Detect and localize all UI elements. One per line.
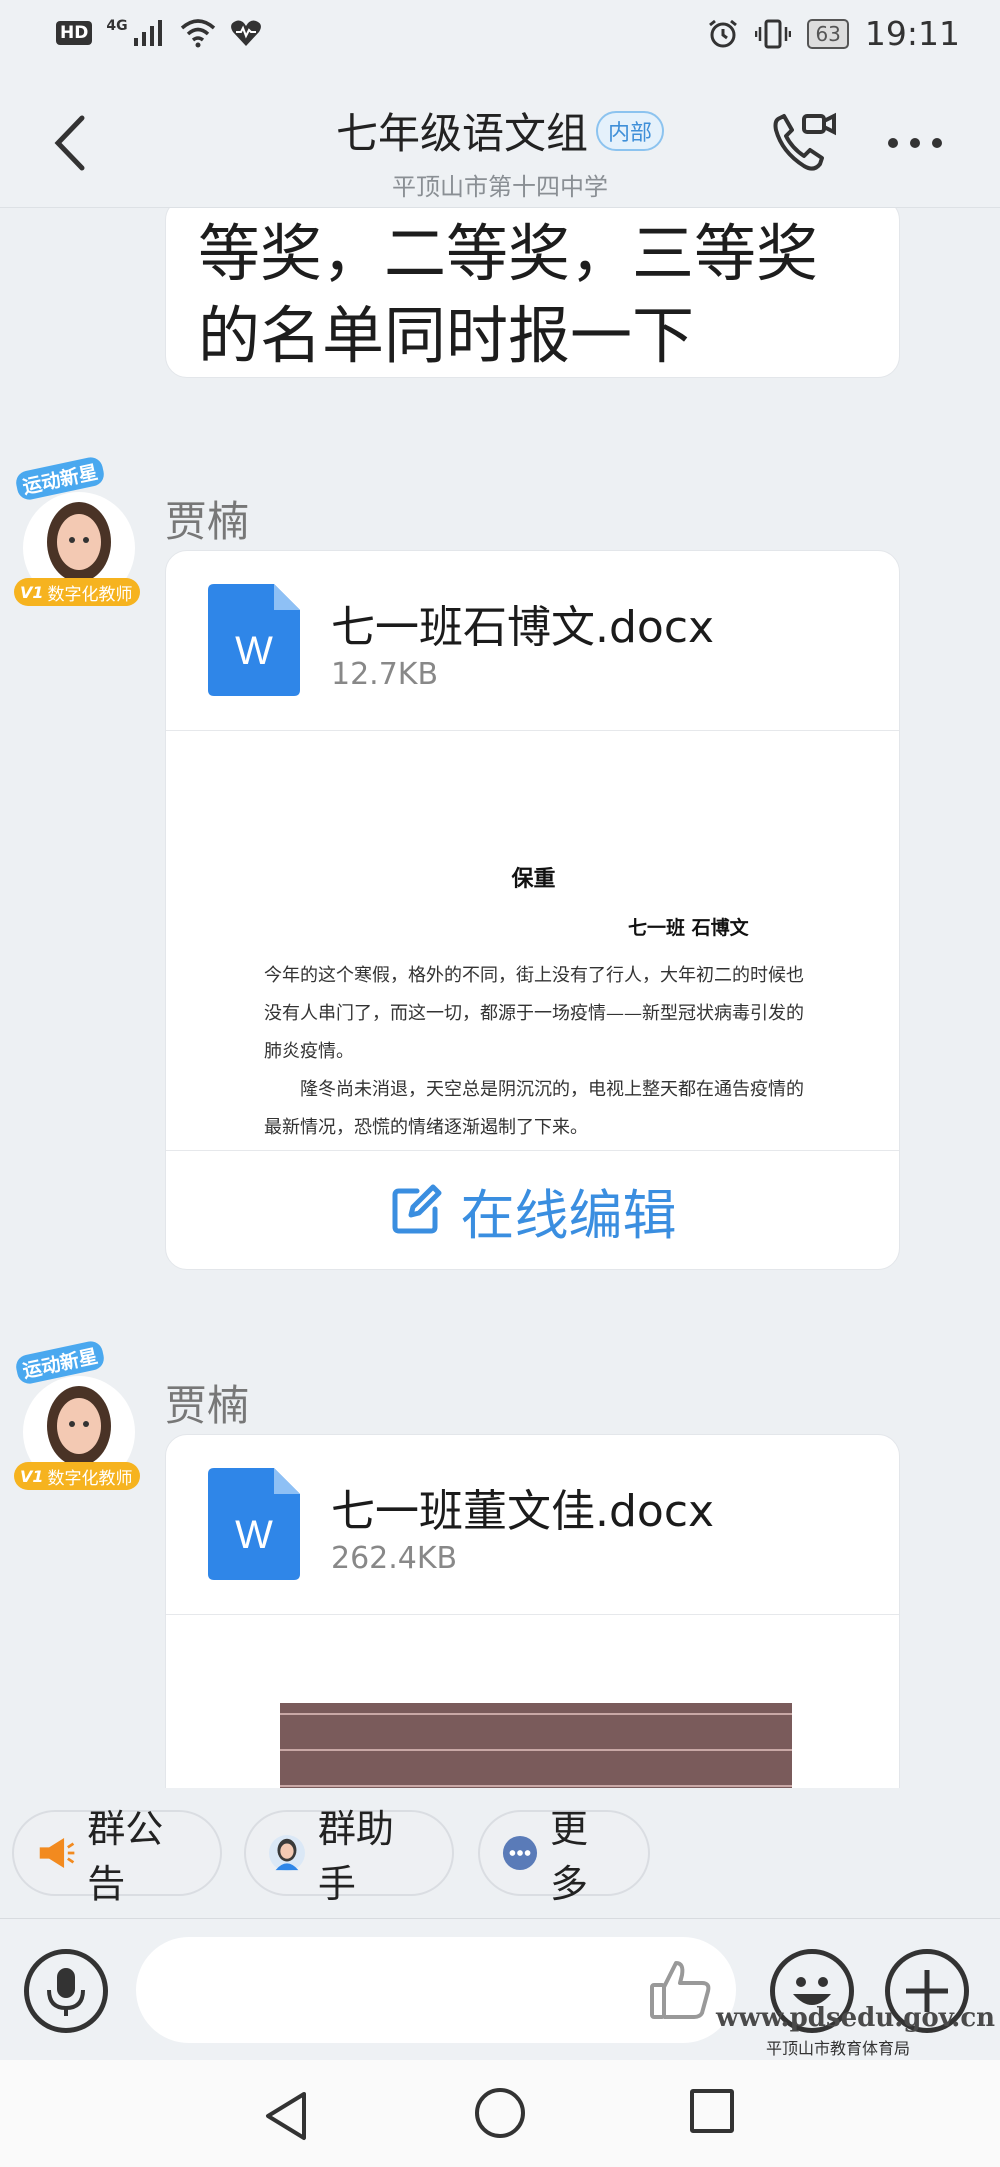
watermark: www.pdsedu.gov.cn 平顶山市教育体育局	[716, 2003, 996, 2059]
word-doc-icon: W	[208, 584, 300, 696]
hd-indicator: HD	[56, 21, 93, 45]
file-header[interactable]: W 七一班石博文.docx 12.7KB	[166, 551, 899, 731]
quick-action-bar: 群公告 群助手 更多	[0, 1788, 1000, 1918]
system-navigation-bar	[0, 2060, 1000, 2167]
nav-back-button[interactable]	[262, 2090, 312, 2142]
thumbs-up-icon	[650, 1961, 711, 2019]
group-subtitle: 平顶山市第十四中学	[392, 173, 608, 201]
file-header[interactable]: W 七一班董文佳.docx 262.4KB	[166, 1435, 899, 1615]
group-announcement-button[interactable]: 群公告	[12, 1807, 222, 1906]
avatar-title-badge: 数字化教师	[47, 584, 133, 605]
document-preview[interactable]: 保重 七一班 石博文 今年的这个寒假，格外的不同，街上没有了行人，大年初二的时候…	[166, 731, 899, 1151]
document-preview[interactable]	[166, 1615, 899, 1788]
battery-indicator: 63	[807, 18, 849, 49]
microphone-icon	[47, 1968, 85, 2016]
avatar-v-level: V1	[20, 582, 44, 602]
watermark-org: 平顶山市教育体育局	[765, 2039, 910, 2058]
wifi-icon	[180, 19, 215, 48]
health-heart-icon	[230, 20, 261, 46]
sender-name: 贾楠	[165, 1381, 250, 1430]
signal-icon	[133, 20, 162, 46]
triangle-back-icon	[266, 2092, 306, 2140]
handwritten-page-photo	[280, 1703, 792, 1788]
megaphone-icon	[39, 1838, 75, 1868]
file-size: 262.4KB	[331, 1541, 458, 1576]
preview-paragraph: 隆冬尚未消退，天空总是阴沉沉的，电视上整天都在通告疫情的最新情况，恐慌的情绪逐渐…	[264, 1079, 804, 1138]
phone-video-icon	[773, 112, 836, 171]
avatar-title-badge: 数字化教师	[47, 1468, 133, 1489]
file-message-card[interactable]: W 七一班石博文.docx 12.7KB 保重 七一班 石博文 今年的这个寒假，…	[165, 550, 900, 1270]
file-size: 12.7KB	[331, 657, 439, 692]
online-edit-button[interactable]: 在线编辑	[166, 1151, 899, 1269]
watermark-url: www.pdsedu.gov.cn	[716, 2003, 996, 2033]
preview-paragraph: 今年的这个寒假，格外的不同，街上没有了行人，大年初二的时候也没有人串门了，而这一…	[264, 965, 804, 1062]
more-dots-icon	[888, 138, 942, 148]
svg-text:W: W	[235, 629, 273, 673]
chat-header: 七年级语文组 内部 平顶山市第十四中学	[0, 78, 1000, 208]
group-title: 七年级语文组	[335, 109, 588, 158]
internal-badge: 内部	[596, 110, 665, 151]
sender-avatar[interactable]: 运动新星 V1 数字化教师	[13, 1339, 144, 1494]
like-button[interactable]	[648, 1957, 714, 2023]
avatar-v-level: V1	[20, 1466, 44, 1486]
preview-doc-author: 七一班 石博文	[628, 917, 749, 939]
word-doc-icon: W	[208, 1468, 300, 1580]
more-actions-button[interactable]: 更多	[478, 1807, 650, 1906]
clock: 19:11	[864, 14, 960, 53]
message-input[interactable]	[136, 1937, 736, 2043]
assistant-avatar-icon	[268, 1834, 305, 1872]
nav-recents-button[interactable]	[690, 2089, 734, 2133]
edit-icon	[392, 1184, 441, 1234]
group-assistant-label: 群助手	[317, 1807, 394, 1906]
call-button[interactable]	[770, 108, 840, 174]
more-circle-icon	[502, 1835, 538, 1871]
preview-doc-title: 保重	[511, 866, 556, 892]
more-options-button[interactable]	[885, 133, 945, 153]
chat-message-list[interactable]: 等奖，二等奖，三等奖的名单同时报一下 运动新星 V1 数字化教师 贾楠 W 七一…	[0, 208, 1000, 1788]
status-bar: HD 4G 63 19:11	[0, 0, 1000, 78]
voice-input-button[interactable]	[24, 1949, 108, 2033]
nav-home-button[interactable]	[475, 2088, 525, 2138]
vibrate-icon	[755, 19, 792, 48]
online-edit-label: 在线编辑	[460, 1183, 677, 1247]
group-assistant-button[interactable]: 群助手	[244, 1807, 454, 1906]
file-name: 七一班石博文.docx	[331, 602, 715, 653]
text-message-bubble[interactable]: 等奖，二等奖，三等奖的名单同时报一下	[165, 208, 900, 378]
network-type: 4G	[106, 18, 128, 34]
alarm-icon	[709, 19, 738, 47]
sender-avatar[interactable]: 运动新星 V1 数字化教师	[13, 455, 144, 610]
sender-name: 贾楠	[165, 497, 250, 546]
more-actions-label: 更多	[550, 1807, 589, 1906]
message-input-bar: www.pdsedu.gov.cn 平顶山市教育体育局	[0, 1918, 1000, 2060]
svg-text:W: W	[235, 1513, 273, 1557]
file-name: 七一班董文佳.docx	[331, 1486, 715, 1537]
group-announcement-label: 群公告	[87, 1807, 164, 1906]
file-message-card[interactable]: W 七一班董文佳.docx 262.4KB	[165, 1434, 900, 1788]
